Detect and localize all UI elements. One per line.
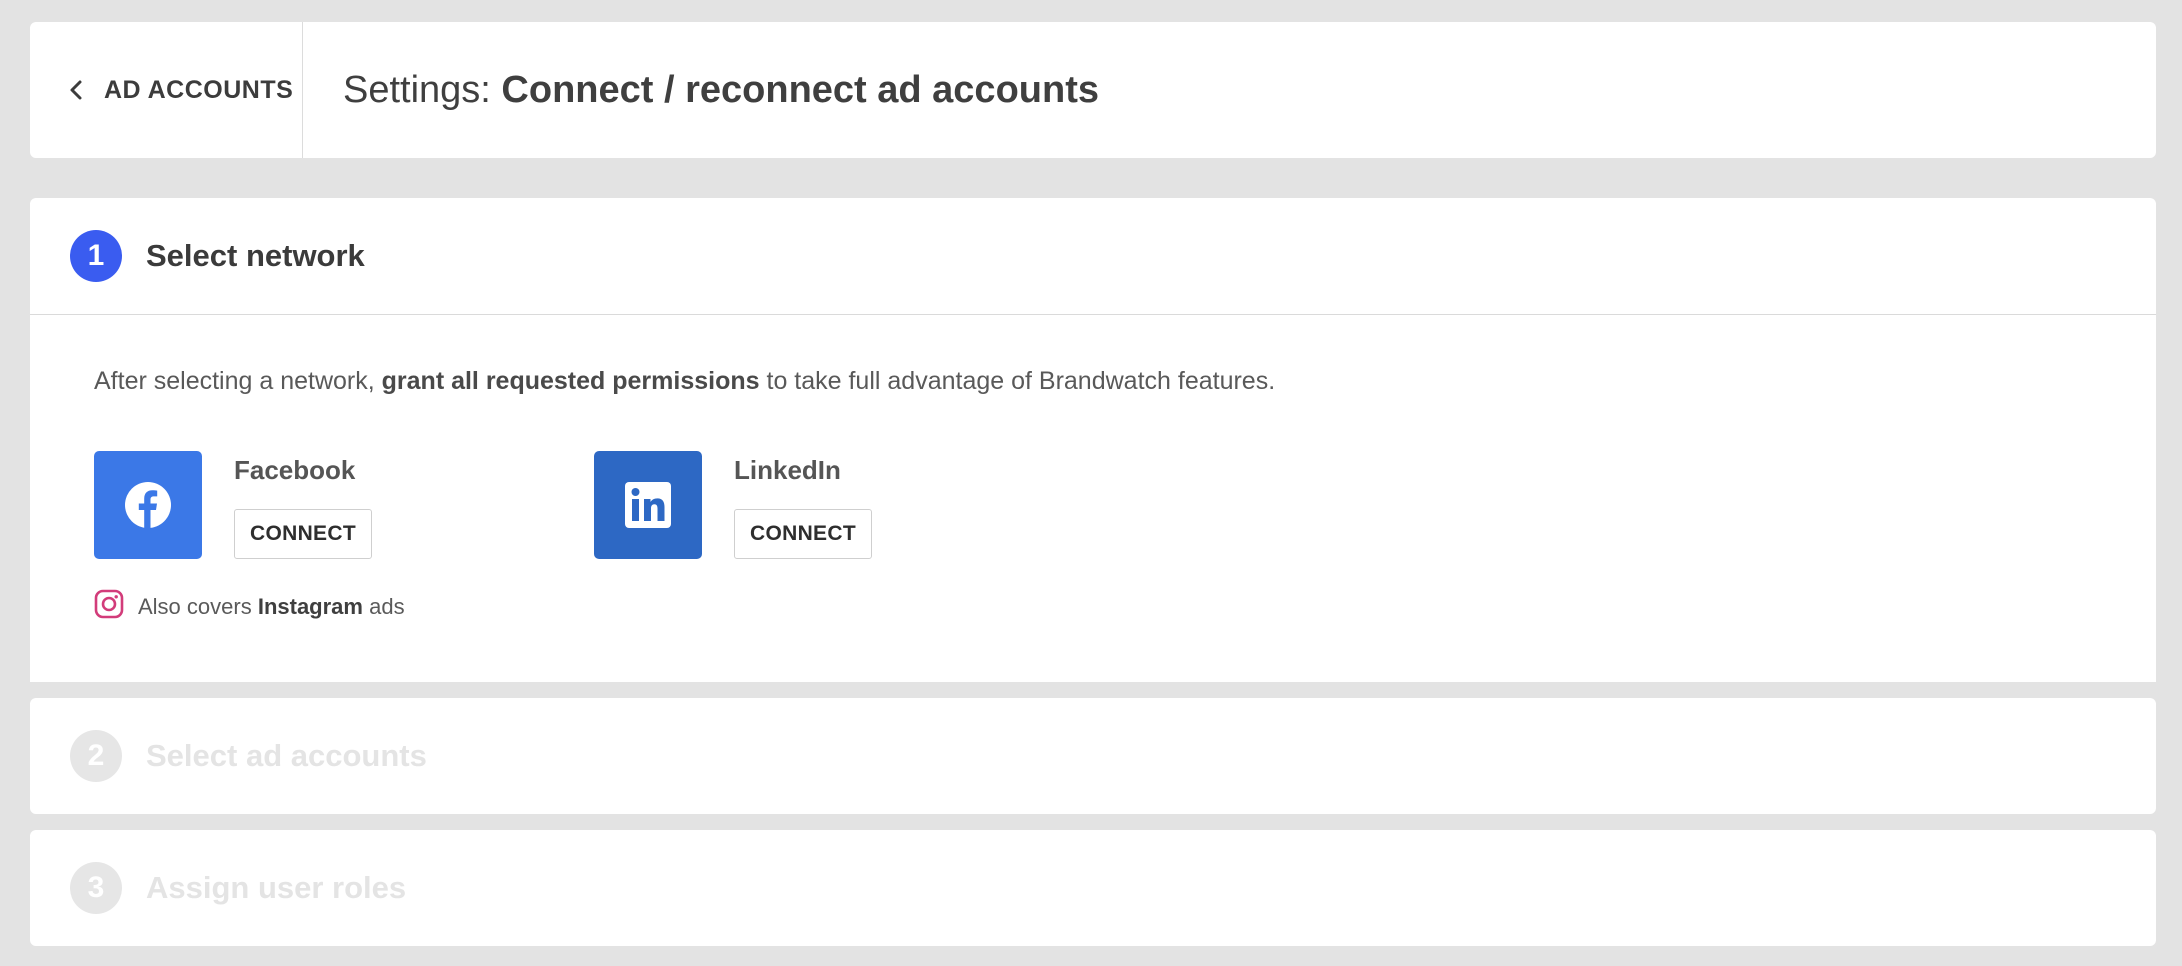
header-bar: AD ACCOUNTS Settings: Connect / reconnec… [30, 22, 2156, 158]
linkedin-info: LinkedIn CONNECT [734, 451, 872, 559]
step-title: Select ad accounts [146, 738, 427, 773]
back-to-ad-accounts-link[interactable]: AD ACCOUNTS [30, 22, 303, 158]
intro-text: After selecting a network, grant all req… [94, 367, 2156, 396]
page-title-prefix: Settings: [343, 68, 502, 111]
step-assign-user-roles: 3 Assign user roles [30, 830, 2156, 946]
step-title: Select network [146, 238, 365, 273]
page-title-main: Connect / reconnect ad accounts [501, 68, 1099, 111]
step-header: 3 Assign user roles [30, 830, 2156, 946]
step-number-badge: 2 [70, 730, 122, 782]
instagram-note-start: Also covers [138, 594, 258, 619]
intro-text-start: After selecting a network, [94, 367, 382, 395]
back-link-label: AD ACCOUNTS [104, 75, 294, 104]
instagram-note-bold: Instagram [257, 594, 363, 619]
network-name: LinkedIn [734, 455, 841, 485]
instagram-note: Also covers Instagram ads [94, 589, 405, 625]
network-linkedin: LinkedIn CONNECT [594, 451, 872, 559]
instagram-icon [94, 589, 138, 625]
facebook-icon [94, 451, 202, 559]
step-select-network: 1 Select network After selecting a netwo… [30, 198, 2156, 682]
step-body: After selecting a network, grant all req… [30, 315, 2156, 651]
page-title: Settings: Connect / reconnect ad account… [303, 69, 1099, 112]
intro-text-bold: grant all requested permissions [381, 367, 760, 395]
instagram-note-end: ads [362, 594, 405, 619]
page: AD ACCOUNTS Settings: Connect / reconnec… [0, 0, 2182, 966]
facebook-info: Facebook CONNECT [234, 451, 372, 559]
step-header: 2 Select ad accounts [30, 698, 2156, 814]
linkedin-connect-button[interactable]: CONNECT [734, 509, 872, 559]
instagram-note-text: Also covers Instagram ads [138, 594, 405, 620]
step-number-badge: 1 [70, 230, 122, 282]
facebook-connect-button[interactable]: CONNECT [234, 509, 372, 559]
chevron-left-icon [62, 76, 90, 104]
step-number-badge: 3 [70, 862, 122, 914]
step-title: Assign user roles [146, 870, 407, 905]
linkedin-icon [594, 451, 702, 559]
network-list: Facebook CONNECT LinkedIn CONNECT Also c… [94, 451, 2156, 651]
step-header: 1 Select network [30, 198, 2156, 315]
network-facebook: Facebook CONNECT [94, 451, 372, 559]
network-name: Facebook [234, 455, 356, 485]
intro-text-end: to take full advantage of Brandwatch fea… [759, 367, 1276, 395]
step-select-ad-accounts: 2 Select ad accounts [30, 698, 2156, 814]
